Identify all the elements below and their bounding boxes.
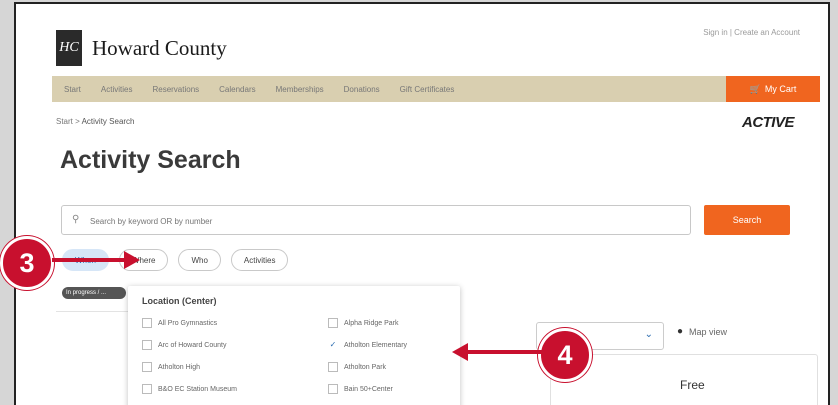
- price-label: Free: [680, 378, 705, 392]
- breadcrumb: Start > Activity Search: [56, 117, 135, 126]
- check-icon[interactable]: ✓: [328, 340, 338, 350]
- location-option[interactable]: B&O EC Station Museum: [142, 384, 237, 394]
- page-title: Activity Search: [60, 146, 241, 174]
- chevron-down-icon: ⌄: [644, 329, 653, 340]
- location-option[interactable]: Atholton High: [142, 362, 200, 372]
- nav-start[interactable]: Start: [64, 85, 81, 94]
- filter-who-chip[interactable]: Who: [178, 249, 221, 271]
- checkbox[interactable]: [328, 384, 338, 394]
- search-button[interactable]: Search: [704, 205, 790, 235]
- location-option[interactable]: Atholton Park: [328, 362, 386, 372]
- location-dropdown: Location (Center) All Pro Gymnastics Arc…: [128, 286, 460, 405]
- map-pin-icon: ●: [677, 326, 684, 337]
- divider: [56, 311, 136, 312]
- site-name: Howard County: [92, 35, 227, 60]
- nav-reservations[interactable]: Reservations: [152, 85, 199, 94]
- map-view-link[interactable]: ● Map view: [677, 326, 727, 337]
- breadcrumb-current: Activity Search: [81, 117, 135, 126]
- browser-page: HC Howard County Sign in | Create an Acc…: [14, 2, 830, 405]
- location-option[interactable]: All Pro Gymnastics: [142, 318, 217, 328]
- checkbox[interactable]: [142, 384, 152, 394]
- checkbox[interactable]: [328, 318, 338, 328]
- arrow-3-head-icon: [124, 251, 140, 269]
- search-input[interactable]: [88, 211, 682, 231]
- search-field: ⚲: [61, 205, 691, 235]
- county-logo-icon: HC: [56, 30, 82, 66]
- breadcrumb-start[interactable]: Start: [56, 117, 73, 126]
- breadcrumb-separator: >: [75, 117, 80, 126]
- arrow-4-head-icon: [452, 343, 468, 361]
- nav-calendars[interactable]: Calendars: [219, 85, 255, 94]
- my-cart-label: My Cart: [764, 84, 797, 94]
- arrow-4-shaft: [466, 350, 542, 354]
- active-network-logo: ACTIVE: [741, 114, 795, 131]
- nav-activities[interactable]: Activities: [101, 85, 133, 94]
- nav-memberships[interactable]: Memberships: [276, 85, 324, 94]
- main-nav: Start Activities Reservations Calendars …: [52, 76, 820, 102]
- filter-activities-chip[interactable]: Activities: [230, 249, 289, 271]
- cart-icon: 🛒: [749, 83, 761, 94]
- map-view-label: Map view: [689, 326, 728, 337]
- location-option[interactable]: Alpha Ridge Park: [328, 318, 398, 328]
- checkbox[interactable]: [328, 362, 338, 372]
- nav-gift-certificates[interactable]: Gift Certificates: [400, 85, 455, 94]
- checkbox[interactable]: [142, 340, 152, 350]
- location-dropdown-title: Location (Center): [142, 296, 217, 306]
- checkbox[interactable]: [142, 318, 152, 328]
- callout-4: 4: [538, 328, 592, 382]
- checkbox[interactable]: [142, 362, 152, 372]
- location-option-checked[interactable]: ✓ Atholton Elementary: [328, 340, 407, 350]
- location-option[interactable]: Arc of Howard County: [142, 340, 226, 350]
- location-option[interactable]: Bain 50+Center: [328, 384, 393, 394]
- site-logo[interactable]: HC Howard County: [56, 30, 227, 66]
- my-cart-button[interactable]: 🛒 My Cart: [726, 76, 820, 102]
- in-progress-badge[interactable]: In progress / ...: [62, 287, 126, 299]
- account-links[interactable]: Sign in | Create an Account: [703, 28, 800, 37]
- callout-3: 3: [0, 236, 54, 290]
- search-icon: ⚲: [72, 214, 80, 225]
- arrow-3-shaft: [52, 258, 126, 262]
- nav-donations[interactable]: Donations: [344, 85, 380, 94]
